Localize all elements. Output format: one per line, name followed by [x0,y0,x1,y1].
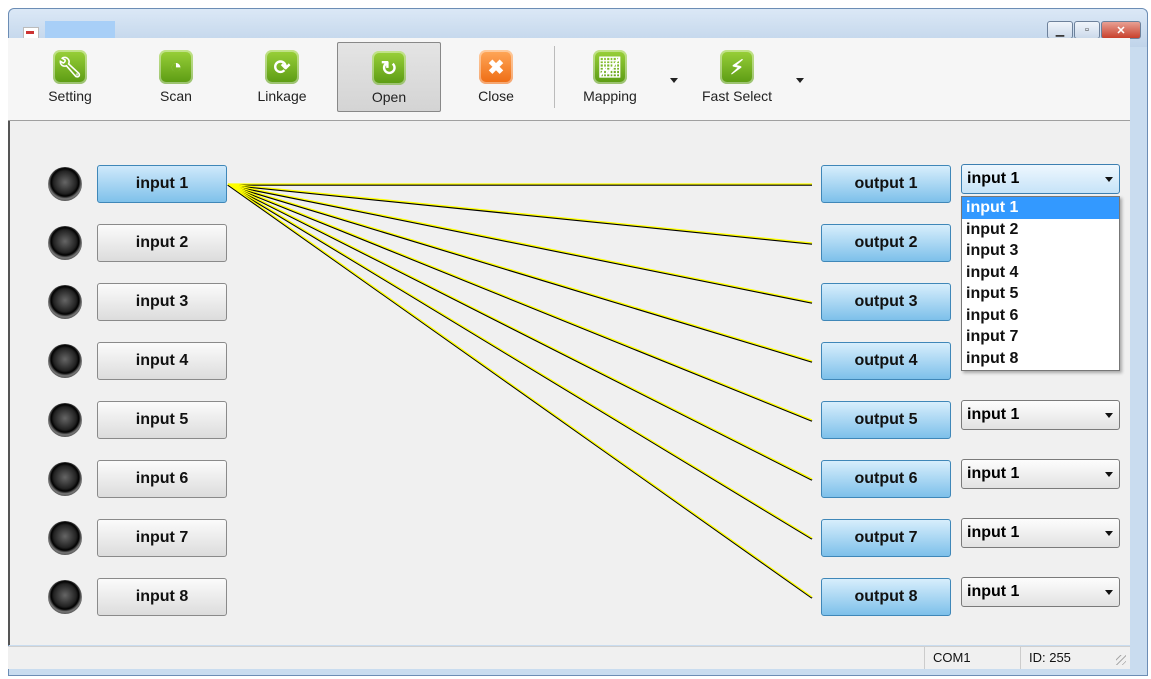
open-label: Open [371,89,407,105]
selected-source: input 1 [967,465,1020,482]
output-button-5[interactable]: output 5 [821,401,951,439]
dropdown-option[interactable]: input 1 [962,197,1119,219]
output-source-select-6[interactable]: input 1 [961,459,1120,489]
selected-source: input 1 [967,583,1020,600]
output-source-select-8[interactable]: input 1 [961,577,1120,607]
chart-icon: 📈︎ [593,50,627,84]
toolbar: 🔧︎ Setting ◔ Scan ⟳ Linkage ↻ Open ✖ Clo… [8,38,1130,121]
selected-source: input 1 [967,170,1020,187]
com-port-status: COM1 [924,647,1013,669]
close-window-button[interactable]: ✕ [1101,21,1141,39]
input-indicator-led [48,521,82,555]
connection-line [227,184,813,245]
connection-line [227,183,813,539]
connection-line [227,184,813,304]
connection-line [227,183,813,421]
connection-line [227,184,813,363]
scan-icon: ◔ [159,50,193,84]
dropdown-option[interactable]: input 5 [962,283,1119,305]
sync-icon: ↻ [372,51,406,85]
fast-select-button[interactable]: ⚡︎ Fast Select [685,42,789,112]
input-button-8[interactable]: input 8 [97,578,227,616]
connection-line [227,184,813,599]
input-button-4[interactable]: input 4 [97,342,227,380]
connection-line [227,183,813,244]
dropdown-option[interactable]: input 4 [962,262,1119,284]
output-source-select-1[interactable]: input 1 [961,164,1120,194]
chevron-down-icon [1105,531,1113,536]
scan-label: Scan [160,88,192,104]
dropdown-option[interactable]: input 2 [962,219,1119,241]
input-indicator-led [48,226,82,260]
setting-label: Setting [48,88,92,104]
refresh-icon: ⟳ [265,50,299,84]
mapping-dropdown-icon[interactable] [670,78,678,83]
input-button-3[interactable]: input 3 [97,283,227,321]
input-indicator-led [48,403,82,437]
selected-source: input 1 [967,524,1020,541]
input-indicator-led [48,580,82,614]
output-button-3[interactable]: output 3 [821,283,951,321]
dropdown-option[interactable]: input 7 [962,326,1119,348]
chevron-down-icon [1105,413,1113,418]
output-button-1[interactable]: output 1 [821,165,951,203]
device-id-status: ID: 255 [1020,647,1109,669]
connection-line [227,183,813,598]
chevron-down-icon [1105,590,1113,595]
scan-button[interactable]: ◔ Scan [124,42,228,112]
input-indicator-led [48,167,82,201]
linkage-button[interactable]: ⟳ Linkage [230,42,334,112]
maximize-button[interactable]: ▫ [1074,21,1100,39]
source-dropdown-list[interactable]: input 1 input 2 input 3 input 4 input 5 input… [961,196,1120,371]
linkage-label: Linkage [257,88,307,104]
input-indicator-led [48,462,82,496]
input-button-5[interactable]: input 5 [97,401,227,439]
minimize-button[interactable]: ▁ [1047,21,1073,39]
toolbar-separator [554,46,555,108]
dropdown-option[interactable]: input 6 [962,305,1119,327]
chevron-down-icon [1105,472,1113,477]
output-button-4[interactable]: output 4 [821,342,951,380]
output-source-select-5[interactable]: input 1 [961,400,1120,430]
dropdown-option[interactable]: input 3 [962,240,1119,262]
close-icon: ✖ [479,50,513,84]
output-source-select-7[interactable]: input 1 [961,518,1120,548]
resize-grip[interactable] [1116,655,1126,665]
connection-line [227,184,813,481]
input-indicator-led [48,344,82,378]
connection-line [227,183,813,362]
input-button-6[interactable]: input 6 [97,460,227,498]
mapping-button[interactable]: 📈︎ Mapping [558,42,662,112]
window-controls: ▁ ▫ ✕ [1046,21,1141,39]
open-button[interactable]: ↻ Open [337,42,441,112]
connection-line [227,184,813,540]
matrix-panel: input 1 input 2 input 3 input 4 input 5 input… [8,121,1130,645]
fast-select-dropdown-icon[interactable] [796,78,804,83]
mapping-label: Mapping [583,88,637,104]
bolt-icon: ⚡︎ [720,50,754,84]
input-button-1[interactable]: input 1 [97,165,227,203]
input-indicator-led [48,285,82,319]
input-button-7[interactable]: input 7 [97,519,227,557]
connection-line [227,183,813,480]
wrench-icon: 🔧︎ [53,50,87,84]
output-button-2[interactable]: output 2 [821,224,951,262]
close-button[interactable]: ✖ Close [444,42,548,112]
connection-line [227,183,813,303]
status-bar: COM1 ID: 255 [8,646,1130,669]
selected-source: input 1 [967,406,1020,423]
fast-select-label: Fast Select [701,88,773,104]
input-button-2[interactable]: input 2 [97,224,227,262]
output-button-8[interactable]: output 8 [821,578,951,616]
close-label: Close [478,88,514,104]
output-button-6[interactable]: output 6 [821,460,951,498]
chevron-down-icon [1105,177,1113,182]
connection-line [227,184,813,422]
setting-button[interactable]: 🔧︎ Setting [18,42,122,112]
output-button-7[interactable]: output 7 [821,519,951,557]
dropdown-option[interactable]: input 8 [962,348,1119,370]
